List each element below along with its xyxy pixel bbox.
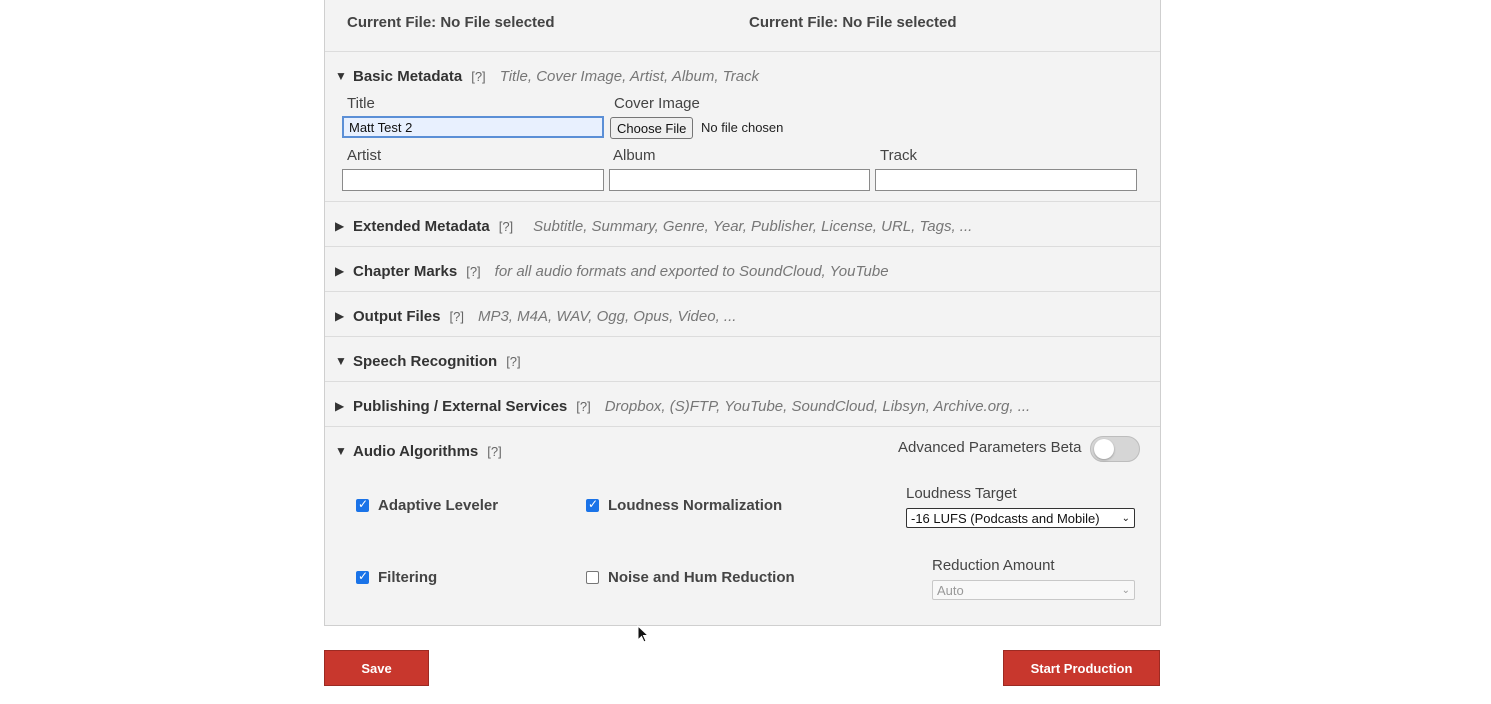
reduction-amount-select[interactable]: Auto ⌄: [932, 580, 1135, 600]
title-input[interactable]: [342, 116, 604, 138]
track-label: Track: [880, 147, 917, 164]
output-files-header[interactable]: ▶ Output Files [?] MP3, M4A, WAV, Ogg, O…: [335, 306, 736, 326]
section-description: for all audio formats and exported to So…: [494, 262, 889, 280]
artist-label: Artist: [347, 147, 382, 164]
noise-hum-reduction-label: Noise and Hum Reduction: [608, 569, 795, 586]
help-link[interactable]: [?]: [576, 399, 590, 414]
artist-input[interactable]: [342, 169, 604, 191]
title-label: Title: [347, 95, 375, 112]
chapter-marks-section: ▶ Chapter Marks [?] for all audio format…: [325, 246, 1160, 292]
advanced-parameters-label: Advanced Parameters Beta: [898, 439, 1082, 456]
publishing-section: ▶ Publishing / External Services [?] Dro…: [325, 381, 1160, 427]
save-button[interactable]: Save: [324, 650, 429, 686]
expand-arrow-icon: ▶: [335, 264, 345, 278]
expand-arrow-icon: ▶: [335, 309, 345, 323]
toggle-knob: [1094, 439, 1114, 459]
selected-value: -16 LUFS (Podcasts and Mobile): [911, 510, 1100, 526]
selected-value: Auto: [937, 582, 964, 598]
publishing-header[interactable]: ▶ Publishing / External Services [?] Dro…: [335, 396, 1030, 416]
chevron-down-icon: ⌄: [1121, 512, 1130, 524]
loudness-normalization-label: Loudness Normalization: [608, 497, 783, 514]
album-input[interactable]: [609, 169, 870, 191]
speech-recognition-section: ▼ Speech Recognition [?]: [325, 336, 1160, 382]
chapter-marks-header[interactable]: ▶ Chapter Marks [?] for all audio format…: [335, 261, 889, 281]
help-link[interactable]: [?]: [499, 219, 513, 234]
section-title: Output Files: [353, 307, 441, 325]
basic-metadata-section: ▼ Basic Metadata [?] Title, Cover Image,…: [325, 51, 1160, 200]
loudness-target-label: Loudness Target: [906, 485, 1017, 502]
no-file-chosen-text: No file chosen: [701, 120, 784, 135]
production-form-panel: Current File: No File selected Current F…: [324, 0, 1161, 626]
current-file-label: Current File: No File selected: [347, 14, 555, 31]
collapse-arrow-icon: ▼: [335, 69, 347, 83]
current-file-label: Current File: No File selected: [749, 14, 957, 31]
reduction-amount-label: Reduction Amount: [932, 557, 1055, 574]
section-title: Publishing / External Services: [353, 397, 568, 415]
help-link[interactable]: [?]: [506, 354, 520, 369]
audio-algorithms-header[interactable]: ▼ Audio Algorithms [?]: [335, 441, 502, 461]
start-production-button[interactable]: Start Production: [1003, 650, 1160, 686]
section-description: Dropbox, (S)FTP, YouTube, SoundCloud, Li…: [604, 397, 1031, 415]
section-description: Subtitle, Summary, Genre, Year, Publishe…: [533, 217, 973, 235]
filtering-checkbox[interactable]: [356, 569, 369, 584]
speech-recognition-header[interactable]: ▼ Speech Recognition [?]: [335, 351, 521, 371]
help-link[interactable]: [?]: [466, 264, 480, 279]
section-title: Audio Algorithms: [353, 442, 479, 460]
chevron-down-icon: ⌄: [1121, 584, 1130, 596]
section-title: Extended Metadata: [353, 217, 490, 235]
filtering-label: Filtering: [378, 569, 438, 586]
advanced-parameters-toggle[interactable]: [1090, 436, 1140, 462]
loudness-target-select[interactable]: -16 LUFS (Podcasts and Mobile) ⌄: [906, 508, 1135, 528]
help-link[interactable]: [?]: [487, 444, 501, 459]
collapse-arrow-icon: ▼: [335, 444, 347, 458]
album-label: Album: [613, 147, 656, 164]
extended-metadata-section: ▶ Extended Metadata [?] Subtitle, Summar…: [325, 201, 1160, 247]
cover-image-label: Cover Image: [614, 95, 700, 112]
noise-hum-reduction-checkbox[interactable]: [586, 571, 599, 584]
adaptive-leveler-checkbox[interactable]: [356, 497, 369, 512]
choose-file-button[interactable]: Choose File: [610, 117, 694, 139]
help-link[interactable]: [?]: [450, 309, 464, 324]
help-link[interactable]: [?]: [471, 69, 485, 84]
audio-algorithms-section: ▼ Audio Algorithms [?] Advanced Paramete…: [325, 426, 1160, 625]
mouse-cursor-icon: [637, 625, 649, 643]
section-description: Title, Cover Image, Artist, Album, Track: [499, 67, 760, 85]
section-title: Basic Metadata: [353, 67, 463, 85]
section-title: Chapter Marks: [353, 262, 458, 280]
section-title: Speech Recognition: [353, 352, 498, 370]
loudness-normalization-checkbox[interactable]: [586, 497, 599, 512]
output-files-section: ▶ Output Files [?] MP3, M4A, WAV, Ogg, O…: [325, 291, 1160, 337]
basic-metadata-header[interactable]: ▼ Basic Metadata [?] Title, Cover Image,…: [335, 66, 759, 86]
expand-arrow-icon: ▶: [335, 399, 345, 413]
track-input[interactable]: [875, 169, 1137, 191]
section-description: MP3, M4A, WAV, Ogg, Opus, Video, ...: [477, 307, 737, 325]
extended-metadata-header[interactable]: ▶ Extended Metadata [?] Subtitle, Summar…: [335, 216, 972, 236]
adaptive-leveler-label: Adaptive Leveler: [378, 497, 499, 514]
collapse-arrow-icon: ▼: [335, 354, 347, 368]
expand-arrow-icon: ▶: [335, 219, 345, 233]
